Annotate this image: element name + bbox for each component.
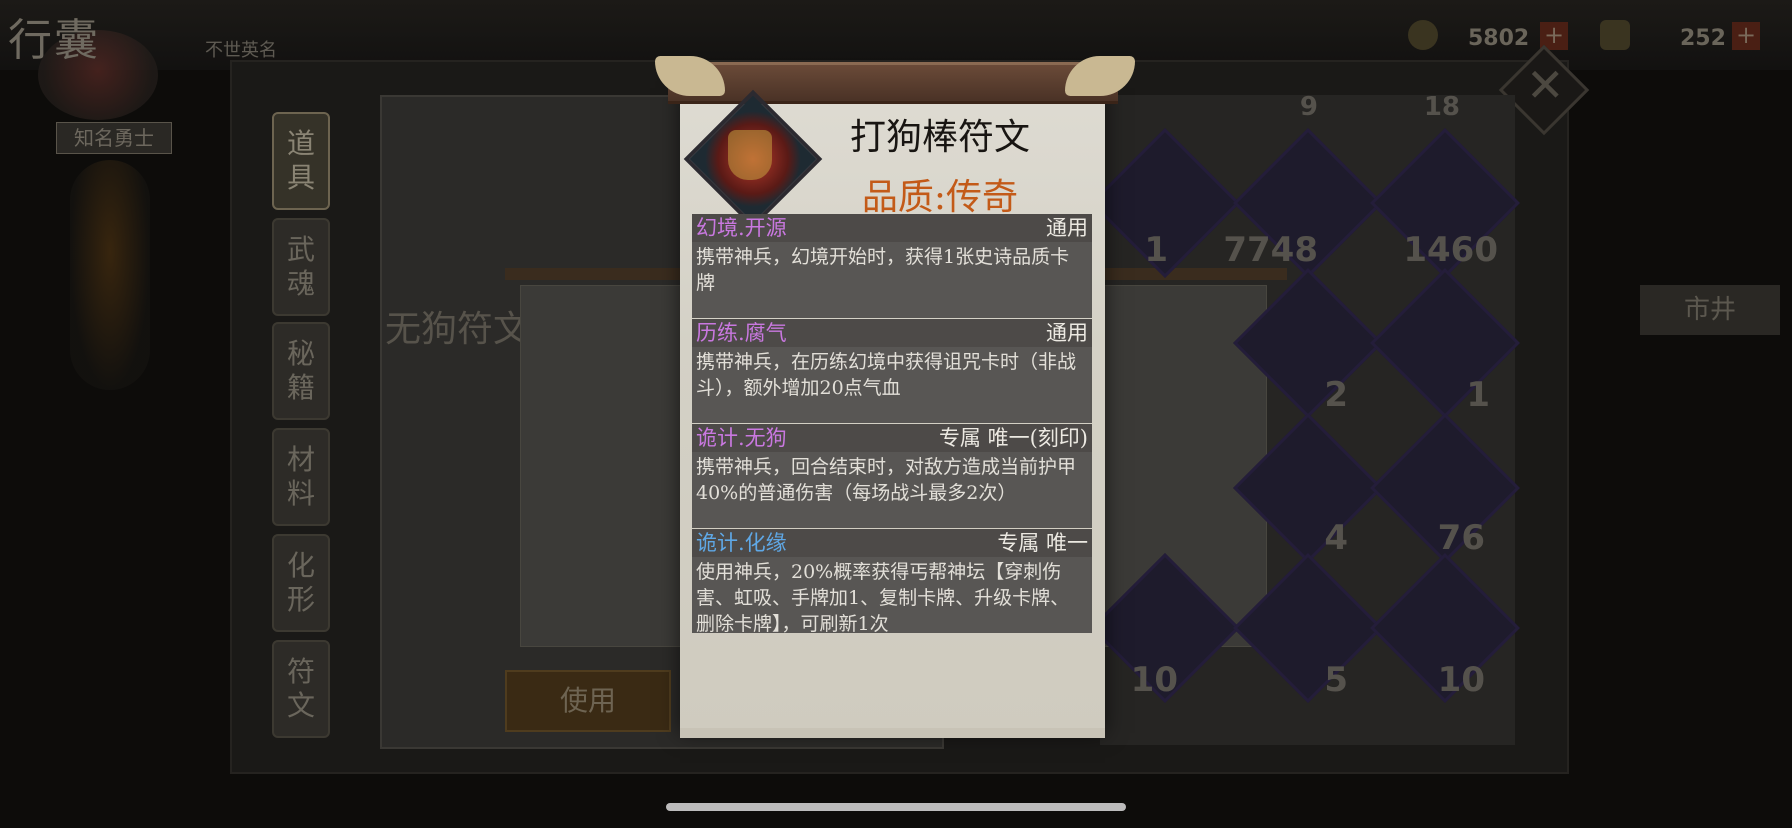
tab-materials[interactable]: 材 料 (272, 428, 330, 526)
item-count: 7748 (1223, 230, 1318, 270)
item-count: 1460 (1403, 230, 1498, 270)
home-indicator[interactable] (666, 803, 1126, 811)
effect-tag: 专属 唯一 (997, 531, 1088, 555)
effect-name: 历练.腐气 (696, 321, 787, 345)
effect-tag: 通用 (1046, 321, 1088, 345)
tab-runes[interactable]: 符 文 (272, 640, 330, 738)
item-count: 9 (1299, 92, 1318, 122)
scroll-bottom-edge (680, 728, 1105, 738)
rune-emblem-icon (728, 130, 772, 180)
scroll-top-rod (668, 62, 1118, 104)
market-button[interactable]: 市井 (1640, 285, 1780, 335)
effect-name: 诡计.化缘 (696, 531, 787, 555)
gold-ingot-icon (1600, 20, 1630, 50)
add-gold-button[interactable]: + (1732, 22, 1760, 50)
effect-tag: 通用 (1046, 216, 1088, 240)
tab-items[interactable]: 道 具 (272, 112, 330, 210)
effect-tag: 专属 唯一(刻印) (938, 426, 1088, 450)
page-title: 行囊 (8, 15, 100, 66)
player-name: 不世英名 (205, 40, 277, 61)
item-count: 1 (1466, 375, 1490, 415)
tab-secret-books[interactable]: 秘 籍 (272, 322, 330, 420)
item-count: 10 (1437, 660, 1485, 700)
rune-quality: 品质:传奇 (861, 177, 1019, 218)
use-button[interactable]: 使用 (505, 670, 671, 732)
item-count: 2 (1324, 375, 1348, 415)
rank-badge: 知名勇士 (56, 122, 172, 154)
effect-name: 幻境.开源 (696, 216, 787, 240)
item-count: 76 (1437, 518, 1485, 558)
effect-header: 幻境.开源 通用 (692, 214, 1092, 242)
effect-header: 历练.腐气 通用 (692, 319, 1092, 347)
effect-description: 携带神兵，回合结束时，对敌方造成当前护甲40%的普通伤害（每场战斗最多2次） (692, 452, 1092, 528)
effect-description: 使用神兵，20%概率获得丐帮神坛【穿刺伤害、虹吸、手牌加1、复制卡牌、升级卡牌、… (692, 557, 1092, 635)
effect-name: 诡计.无狗 (696, 426, 787, 450)
tab-transform[interactable]: 化 形 (272, 534, 330, 632)
item-count: 4 (1324, 518, 1348, 558)
effect-description: 携带神兵，幻境开始时，获得1张史诗品质卡牌 (692, 242, 1092, 318)
empty-rune-label: 无狗符文 (385, 309, 530, 350)
effect-description: 携带神兵，在历练幻境中获得诅咒卡时（非战斗），额外增加20点气血 (692, 347, 1092, 423)
hanging-charm-decoration (70, 160, 150, 390)
item-count: 18 (1423, 92, 1460, 122)
effect-header: 诡计.无狗 专属 唯一(刻印) (692, 424, 1092, 452)
currency-copper: 5802 (1468, 26, 1530, 51)
item-count: 5 (1324, 660, 1348, 700)
tab-martial-soul[interactable]: 武 魂 (272, 218, 330, 316)
effect-header: 诡计.化缘 专属 唯一 (692, 529, 1092, 557)
close-icon[interactable]: ✕ (1526, 58, 1565, 112)
copper-coin-icon (1408, 20, 1438, 50)
rune-title: 打狗棒符文 (849, 117, 1030, 158)
currency-gold: 252 (1680, 26, 1726, 51)
